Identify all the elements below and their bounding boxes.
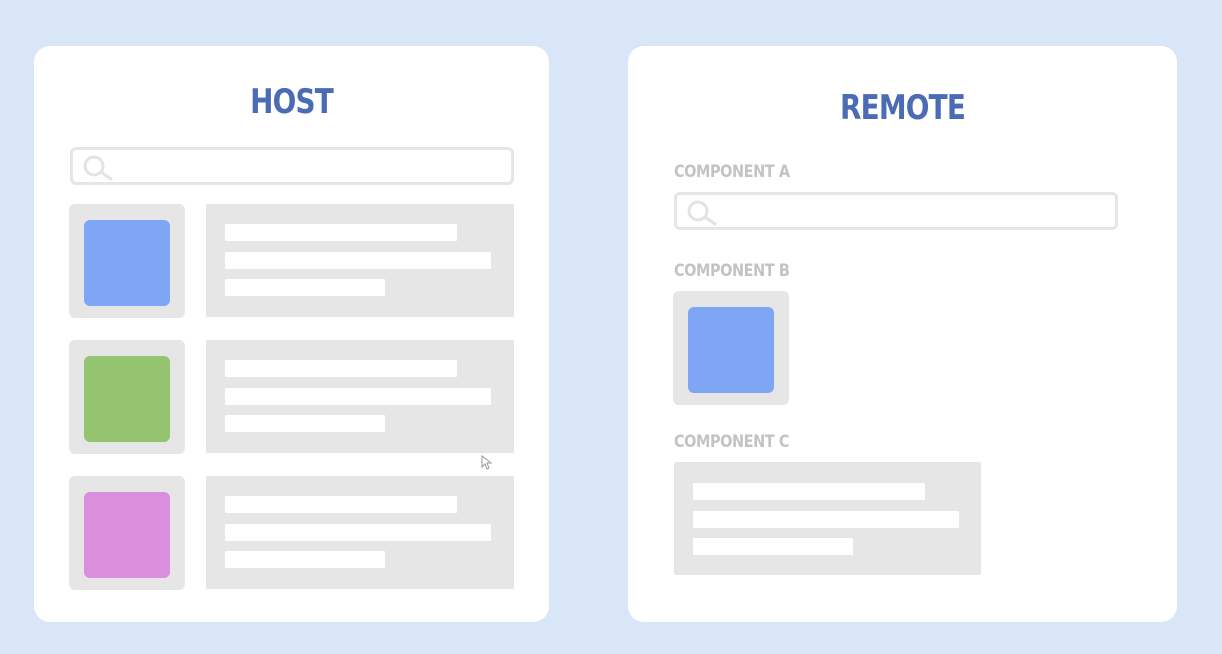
remote-title: REMOTE <box>839 88 966 128</box>
component-b-thumbnail <box>673 291 789 405</box>
thumbnail-square <box>84 356 170 442</box>
thumbnail-square <box>688 307 774 393</box>
thumbnail-square <box>84 492 170 578</box>
list-item-thumbnail <box>69 204 185 318</box>
host-search-input[interactable] <box>70 147 514 185</box>
text-line <box>225 279 385 296</box>
text-line <box>693 483 925 500</box>
component-b-label: COMPONENT B <box>674 261 790 281</box>
text-line <box>225 224 457 241</box>
list-item-thumbnail <box>69 340 185 454</box>
host-title: HOST <box>250 82 334 122</box>
search-icon <box>685 198 719 230</box>
text-line <box>225 524 491 541</box>
component-a-label: COMPONENT A <box>674 162 790 182</box>
text-line <box>693 538 853 555</box>
list-item-thumbnail <box>69 476 185 590</box>
text-line <box>225 496 457 513</box>
text-line <box>693 511 959 528</box>
host-panel: HOST <box>34 46 549 622</box>
component-c-text-block <box>674 462 981 575</box>
text-line <box>225 415 385 432</box>
list-item-text-block <box>206 340 514 453</box>
text-line <box>225 388 491 405</box>
list-item-text-block <box>206 204 514 317</box>
text-line <box>225 551 385 568</box>
component-c-label: COMPONENT C <box>674 432 790 452</box>
text-line <box>225 252 491 269</box>
thumbnail-square <box>84 220 170 306</box>
mouse-cursor-icon <box>481 454 493 475</box>
search-icon <box>81 153 115 185</box>
text-line <box>225 360 457 377</box>
remote-search-input[interactable] <box>674 192 1118 230</box>
list-item-text-block <box>206 476 514 589</box>
remote-panel: REMOTE COMPONENT A COMPONENT B COMPONENT… <box>628 46 1177 622</box>
